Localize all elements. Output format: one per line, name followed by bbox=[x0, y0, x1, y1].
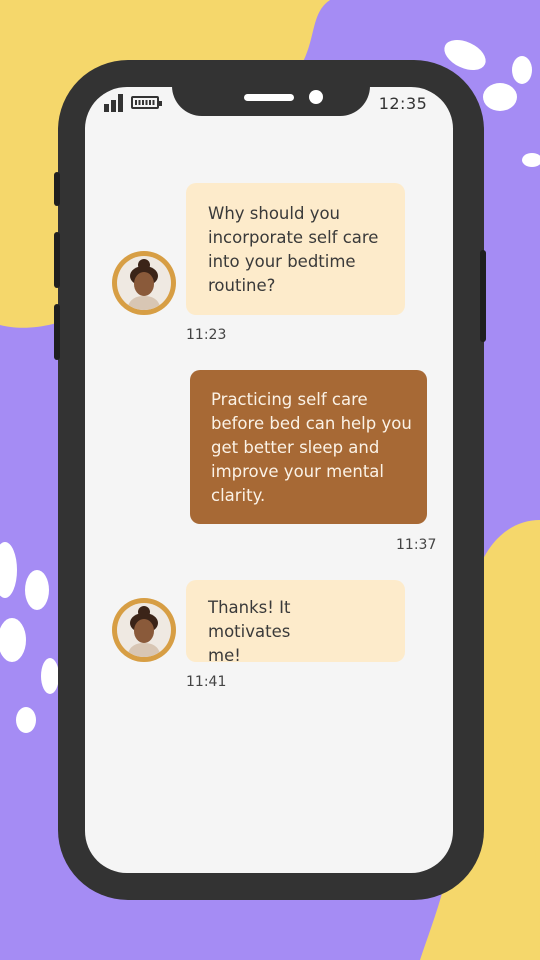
message-timestamp: 11:23 bbox=[186, 327, 227, 343]
avatar[interactable] bbox=[112, 598, 176, 662]
white-dots-left bbox=[0, 542, 59, 733]
message-timestamp: 11:37 bbox=[396, 537, 437, 553]
woman-avatar-icon bbox=[117, 603, 171, 657]
outgoing-message-bubble[interactable]: Practicing self care before bed can help… bbox=[190, 370, 427, 524]
camera-icon bbox=[309, 90, 323, 104]
phone-notch bbox=[172, 70, 370, 116]
woman-avatar-icon bbox=[117, 256, 171, 310]
message-text: Practicing self care before bed can help… bbox=[211, 390, 412, 505]
signal-bars-icon bbox=[104, 94, 124, 112]
avatar[interactable] bbox=[112, 251, 176, 315]
speaker-icon bbox=[244, 94, 294, 101]
battery-icon bbox=[131, 96, 162, 109]
phone-side-button-left-3 bbox=[54, 304, 60, 360]
incoming-message-bubble[interactable]: Thanks! It motivates me! bbox=[186, 580, 405, 665]
phone-side-button-left-1 bbox=[54, 172, 60, 206]
message-text: Thanks! It motivates me! bbox=[208, 598, 291, 665]
incoming-message-bubble[interactable]: Why should you incorporate self care int… bbox=[186, 183, 405, 315]
status-time: 12:35 bbox=[378, 94, 428, 113]
phone-side-button-left-2 bbox=[54, 232, 60, 288]
message-text: Why should you incorporate self care int… bbox=[208, 204, 379, 295]
phone-side-button-right bbox=[480, 250, 486, 342]
message-timestamp: 11:41 bbox=[186, 674, 227, 690]
